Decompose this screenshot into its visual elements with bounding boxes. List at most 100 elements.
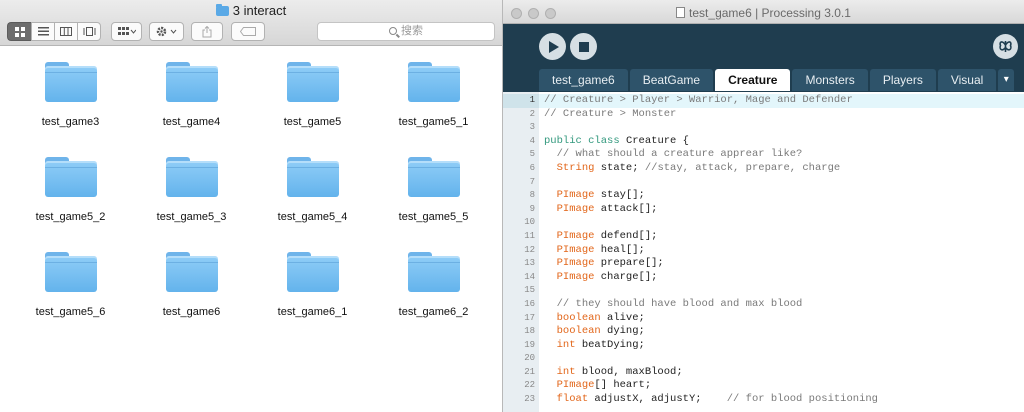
code-line: 10	[503, 216, 1024, 230]
folder-icon	[286, 252, 339, 292]
column-view-button[interactable]	[54, 22, 77, 41]
line-number: 12	[524, 244, 535, 255]
folder-label: test_game5_2	[35, 211, 106, 223]
code-line: 3	[503, 121, 1024, 135]
stop-button[interactable]	[570, 33, 597, 60]
code-token: PImage	[556, 270, 595, 283]
folder-icon	[286, 157, 339, 197]
code-token: PImage	[556, 257, 595, 270]
code-token: PImage	[556, 379, 595, 392]
butterfly-icon	[999, 41, 1012, 52]
share-button[interactable]	[191, 22, 223, 41]
window-title: 3 interact	[0, 3, 502, 18]
code-token: adjustX, adjustY;	[588, 393, 727, 406]
code-token: stay[];	[594, 189, 645, 202]
code-line: 7	[503, 176, 1024, 190]
code-token: // they should have blood and max blood	[556, 297, 803, 310]
code-editor[interactable]: 1 // Creature > Player > Warrior, Mage an…	[503, 92, 1024, 412]
tag-button[interactable]	[231, 22, 265, 41]
tab-test-game6[interactable]: test_game6	[539, 69, 628, 91]
folder-item[interactable]: test_game5_1	[373, 62, 494, 142]
line-number: 21	[524, 366, 535, 377]
folder-item[interactable]: test_game5_2	[10, 157, 131, 237]
code-token: PImage	[556, 229, 595, 242]
document-icon	[676, 7, 686, 18]
code-line: 17 boolean alive;	[503, 312, 1024, 326]
tab-monsters[interactable]: Monsters	[792, 69, 868, 91]
cover-flow-button[interactable]	[77, 22, 101, 41]
code-token: prepare[];	[594, 257, 664, 270]
code-line: 23 float adjustX, adjustY; // for blood …	[503, 393, 1024, 407]
icon-view-icon	[14, 26, 25, 37]
code-token: PImage	[556, 202, 595, 215]
folder-item[interactable]: test_game5	[252, 62, 373, 142]
line-number: 23	[524, 394, 535, 405]
tab-creature[interactable]: Creature	[715, 69, 791, 91]
processing-title: test_game6 | Processing 3.0.1	[503, 6, 1024, 20]
processing-window: test_game6 | Processing 3.0.1 test_game6…	[503, 0, 1024, 412]
tab-overflow-button[interactable]: ▾	[998, 69, 1015, 91]
code-token: boolean	[556, 325, 601, 338]
action-group	[149, 22, 184, 41]
code-token: PImage	[556, 243, 595, 256]
code-token: // what should a creature apprear like?	[556, 148, 803, 161]
folder-icon	[407, 62, 460, 102]
mode-button[interactable]	[993, 34, 1018, 59]
line-number: 4	[529, 135, 535, 146]
code-line: 8 PImage stay[];	[503, 189, 1024, 203]
folder-item[interactable]: test_game5_5	[373, 157, 494, 237]
folder-label: test_game4	[162, 116, 221, 128]
code-text: // what should a creature apprear like?	[544, 148, 803, 162]
file-grid: test_game3 test_game4 test_game5 test_game5…	[10, 62, 493, 332]
search-input[interactable]: 搜索	[317, 22, 495, 41]
folder-item[interactable]: test_game5_6	[10, 252, 131, 332]
processing-title-text: test_game6 | Processing 3.0.1	[689, 6, 851, 20]
line-number: 1	[503, 94, 539, 108]
folder-item[interactable]: test_game5_4	[252, 157, 373, 237]
code-lines: 1 // Creature > Player > Warrior, Mage an…	[503, 94, 1024, 407]
line-number: 10	[524, 217, 535, 228]
code-line: 5 // what should a creature apprear like…	[503, 148, 1024, 162]
column-view-icon	[60, 27, 72, 36]
run-button[interactable]	[539, 33, 566, 60]
line-number: 11	[524, 230, 535, 241]
folder-icon	[44, 157, 97, 197]
code-line: 9 PImage attack[];	[503, 203, 1024, 217]
code-line: 19 int beatDying;	[503, 339, 1024, 353]
folder-item[interactable]: test_game6_2	[373, 252, 494, 332]
code-token: float	[556, 393, 589, 406]
arrange-button[interactable]	[111, 22, 142, 41]
line-number: 2	[529, 108, 535, 119]
folder-item[interactable]: test_game5_3	[131, 157, 252, 237]
tab-visual[interactable]: Visual	[937, 69, 997, 91]
folder-item[interactable]: test_game3	[10, 62, 131, 142]
folder-item[interactable]: test_game6	[131, 252, 252, 332]
icon-view-button[interactable]	[7, 22, 31, 41]
code-line: 20	[503, 352, 1024, 366]
tab-players[interactable]: Players	[869, 69, 936, 91]
folder-item[interactable]: test_game6_1	[252, 252, 373, 332]
line-number: 7	[529, 176, 535, 187]
tab-beatgame[interactable]: BeatGame	[629, 69, 714, 91]
code-token: state;	[594, 161, 645, 174]
code-line: 14 PImage charge[];	[503, 271, 1024, 285]
code-token: blood, maxBlood;	[575, 365, 683, 378]
finder-titlebar: 3 interact 搜索	[0, 0, 502, 46]
line-number: 9	[529, 203, 535, 214]
line-number: 17	[524, 312, 535, 323]
action-gear-icon	[156, 26, 176, 37]
action-button[interactable]	[149, 22, 184, 41]
code-token: class	[588, 134, 620, 147]
folder-item[interactable]: test_game4	[131, 62, 252, 142]
code-text: float adjustX, adjustY; // for blood pos…	[544, 393, 878, 407]
list-view-button[interactable]	[31, 22, 54, 41]
folder-icon	[407, 252, 460, 292]
